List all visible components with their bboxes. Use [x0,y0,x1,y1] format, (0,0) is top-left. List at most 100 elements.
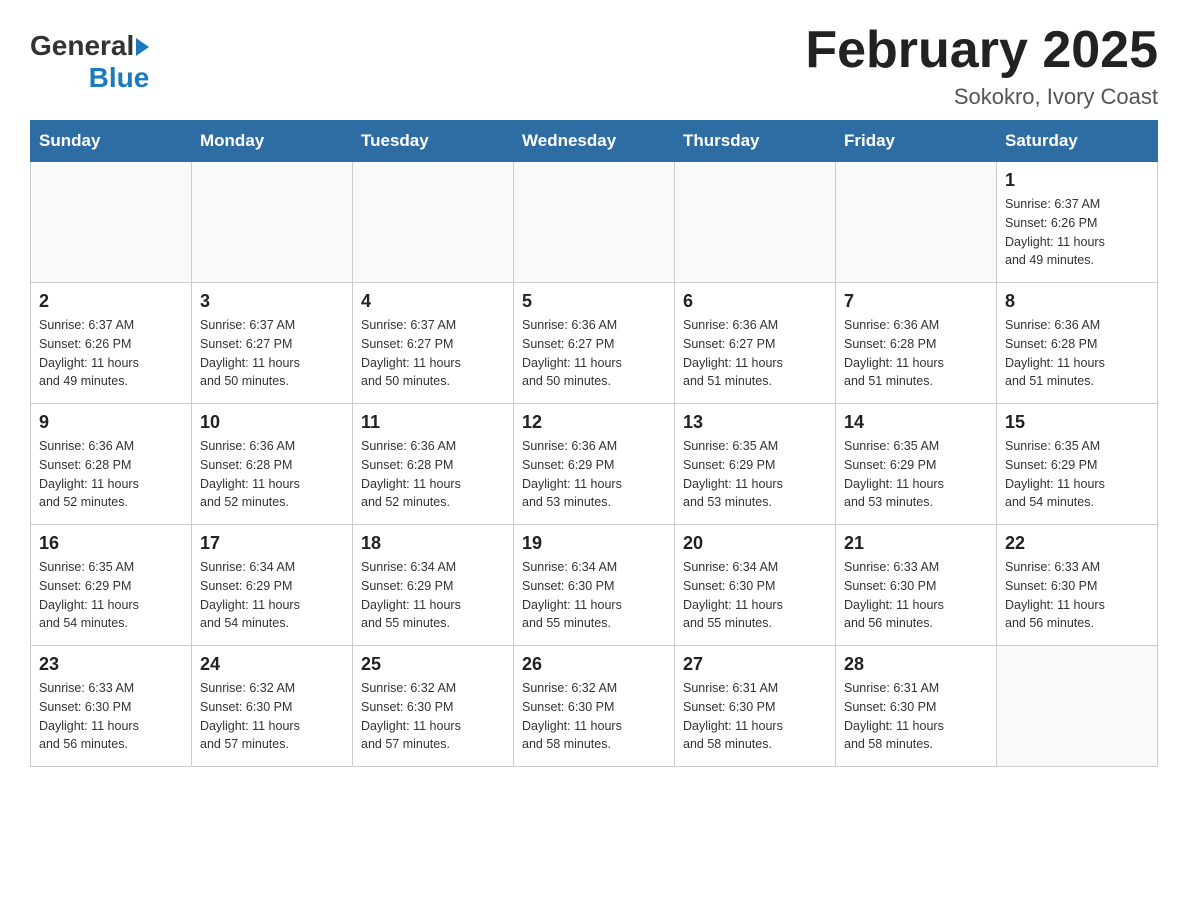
day-cell: 26Sunrise: 6:32 AMSunset: 6:30 PMDayligh… [514,646,675,767]
day-cell: 3 Sunrise: 6:37 AMSunset: 6:27 PMDaylight… [192,283,353,404]
day-cell: 25 Sunrise: 6:32 AMSunset: 6:30 PMDayligh… [353,646,514,767]
weekday-header-friday: Friday [836,121,997,162]
page-header: General Blue February 2025 Sokokro, Ivor… [30,20,1158,110]
day-cell: 14 Sunrise: 6:35 AMSunset: 6:29 PMDayligh… [836,404,997,525]
day-number: 28 [844,654,988,675]
day-info: Sunrise: 6:31 AMSunset: 6:30 PMDaylight:… [844,679,988,754]
day-cell [997,646,1158,767]
week-row-2: 2 Sunrise: 6:37 AMSunset: 6:26 PMDaylight… [31,283,1158,404]
day-info: Sunrise: 6:34 AMSunset: 6:30 PMDaylight:… [683,558,827,633]
day-info: Sunrise: 6:35 AMSunset: 6:29 PMDaylight:… [1005,437,1149,512]
weekday-header-row: SundayMondayTuesdayWednesdayThursdayFrid… [31,121,1158,162]
day-info: Sunrise: 6:35 AMSunset: 6:29 PMDaylight:… [683,437,827,512]
day-info: Sunrise: 6:36 AMSunset: 6:28 PMDaylight:… [39,437,183,512]
day-number: 12 [522,412,666,433]
day-number: 5 [522,291,666,312]
day-info: Sunrise: 6:34 AMSunset: 6:29 PMDaylight:… [200,558,344,633]
day-info: Sunrise: 6:35 AMSunset: 6:29 PMDaylight:… [844,437,988,512]
day-number: 10 [200,412,344,433]
day-cell: 6Sunrise: 6:36 AMSunset: 6:27 PMDaylight… [675,283,836,404]
day-cell: 1Sunrise: 6:37 AMSunset: 6:26 PMDaylight… [997,162,1158,283]
day-number: 15 [1005,412,1149,433]
day-number: 25 [361,654,505,675]
weekday-header-thursday: Thursday [675,121,836,162]
day-number: 4 [361,291,505,312]
day-info: Sunrise: 6:37 AMSunset: 6:26 PMDaylight:… [1005,195,1149,270]
day-cell [31,162,192,283]
week-row-1: 1Sunrise: 6:37 AMSunset: 6:26 PMDaylight… [31,162,1158,283]
calendar-subtitle: Sokokro, Ivory Coast [805,84,1158,110]
day-cell: 13 Sunrise: 6:35 AMSunset: 6:29 PMDayligh… [675,404,836,525]
day-cell: 15 Sunrise: 6:35 AMSunset: 6:29 PMDayligh… [997,404,1158,525]
day-number: 8 [1005,291,1149,312]
day-cell: 20 Sunrise: 6:34 AMSunset: 6:30 PMDayligh… [675,525,836,646]
day-info: Sunrise: 6:32 AMSunset: 6:30 PMDaylight:… [361,679,505,754]
day-info: Sunrise: 6:36 AMSunset: 6:28 PMDaylight:… [361,437,505,512]
weekday-header-monday: Monday [192,121,353,162]
day-info: Sunrise: 6:37 AMSunset: 6:27 PMDaylight:… [361,316,505,391]
day-number: 3 [200,291,344,312]
day-info: Sunrise: 6:31 AMSunset: 6:30 PMDaylight:… [683,679,827,754]
day-number: 14 [844,412,988,433]
day-info: Sunrise: 6:33 AMSunset: 6:30 PMDaylight:… [39,679,183,754]
day-info: Sunrise: 6:37 AMSunset: 6:26 PMDaylight:… [39,316,183,391]
day-cell: 12 Sunrise: 6:36 AMSunset: 6:29 PMDayligh… [514,404,675,525]
day-info: Sunrise: 6:36 AMSunset: 6:28 PMDaylight:… [844,316,988,391]
day-cell: 18 Sunrise: 6:34 AMSunset: 6:29 PMDayligh… [353,525,514,646]
day-number: 2 [39,291,183,312]
day-number: 9 [39,412,183,433]
week-row-5: 23 Sunrise: 6:33 AMSunset: 6:30 PMDayligh… [31,646,1158,767]
day-info: Sunrise: 6:35 AMSunset: 6:29 PMDaylight:… [39,558,183,633]
day-number: 17 [200,533,344,554]
day-info: Sunrise: 6:33 AMSunset: 6:30 PMDaylight:… [844,558,988,633]
day-info: Sunrise: 6:36 AMSunset: 6:28 PMDaylight:… [200,437,344,512]
logo: General Blue [30,30,149,94]
day-cell [836,162,997,283]
day-cell: 28 Sunrise: 6:31 AMSunset: 6:30 PMDayligh… [836,646,997,767]
day-info: Sunrise: 6:34 AMSunset: 6:29 PMDaylight:… [361,558,505,633]
day-cell: 7 Sunrise: 6:36 AMSunset: 6:28 PMDaylight… [836,283,997,404]
day-cell: 16 Sunrise: 6:35 AMSunset: 6:29 PMDayligh… [31,525,192,646]
day-number: 6 [683,291,827,312]
day-info: Sunrise: 6:33 AMSunset: 6:30 PMDaylight:… [1005,558,1149,633]
week-row-3: 9 Sunrise: 6:36 AMSunset: 6:28 PMDaylight… [31,404,1158,525]
calendar-title: February 2025 [805,20,1158,80]
day-info: Sunrise: 6:36 AMSunset: 6:27 PMDaylight:… [522,316,666,391]
week-row-4: 16 Sunrise: 6:35 AMSunset: 6:29 PMDayligh… [31,525,1158,646]
day-cell: 11Sunrise: 6:36 AMSunset: 6:28 PMDayligh… [353,404,514,525]
day-number: 24 [200,654,344,675]
day-number: 18 [361,533,505,554]
day-cell: 2 Sunrise: 6:37 AMSunset: 6:26 PMDaylight… [31,283,192,404]
logo-general-text: General [30,30,134,62]
day-number: 13 [683,412,827,433]
day-number: 7 [844,291,988,312]
day-number: 27 [683,654,827,675]
day-number: 22 [1005,533,1149,554]
weekday-header-tuesday: Tuesday [353,121,514,162]
day-info: Sunrise: 6:37 AMSunset: 6:27 PMDaylight:… [200,316,344,391]
day-number: 23 [39,654,183,675]
day-cell: 8 Sunrise: 6:36 AMSunset: 6:28 PMDaylight… [997,283,1158,404]
day-cell: 24 Sunrise: 6:32 AMSunset: 6:30 PMDayligh… [192,646,353,767]
day-info: Sunrise: 6:34 AMSunset: 6:30 PMDaylight:… [522,558,666,633]
logo-blue-text: Blue [89,62,150,93]
day-info: Sunrise: 6:36 AMSunset: 6:29 PMDaylight:… [522,437,666,512]
day-number: 26 [522,654,666,675]
day-cell: 17 Sunrise: 6:34 AMSunset: 6:29 PMDayligh… [192,525,353,646]
calendar-table: SundayMondayTuesdayWednesdayThursdayFrid… [30,120,1158,767]
day-cell: 10 Sunrise: 6:36 AMSunset: 6:28 PMDayligh… [192,404,353,525]
day-number: 19 [522,533,666,554]
day-cell: 22 Sunrise: 6:33 AMSunset: 6:30 PMDayligh… [997,525,1158,646]
day-number: 16 [39,533,183,554]
day-number: 21 [844,533,988,554]
day-number: 20 [683,533,827,554]
day-info: Sunrise: 6:32 AMSunset: 6:30 PMDaylight:… [200,679,344,754]
day-cell [514,162,675,283]
day-cell: 27 Sunrise: 6:31 AMSunset: 6:30 PMDayligh… [675,646,836,767]
day-cell: 4 Sunrise: 6:37 AMSunset: 6:27 PMDaylight… [353,283,514,404]
weekday-header-sunday: Sunday [31,121,192,162]
day-info: Sunrise: 6:36 AMSunset: 6:28 PMDaylight:… [1005,316,1149,391]
weekday-header-saturday: Saturday [997,121,1158,162]
day-cell: 5 Sunrise: 6:36 AMSunset: 6:27 PMDaylight… [514,283,675,404]
day-cell: 19 Sunrise: 6:34 AMSunset: 6:30 PMDayligh… [514,525,675,646]
